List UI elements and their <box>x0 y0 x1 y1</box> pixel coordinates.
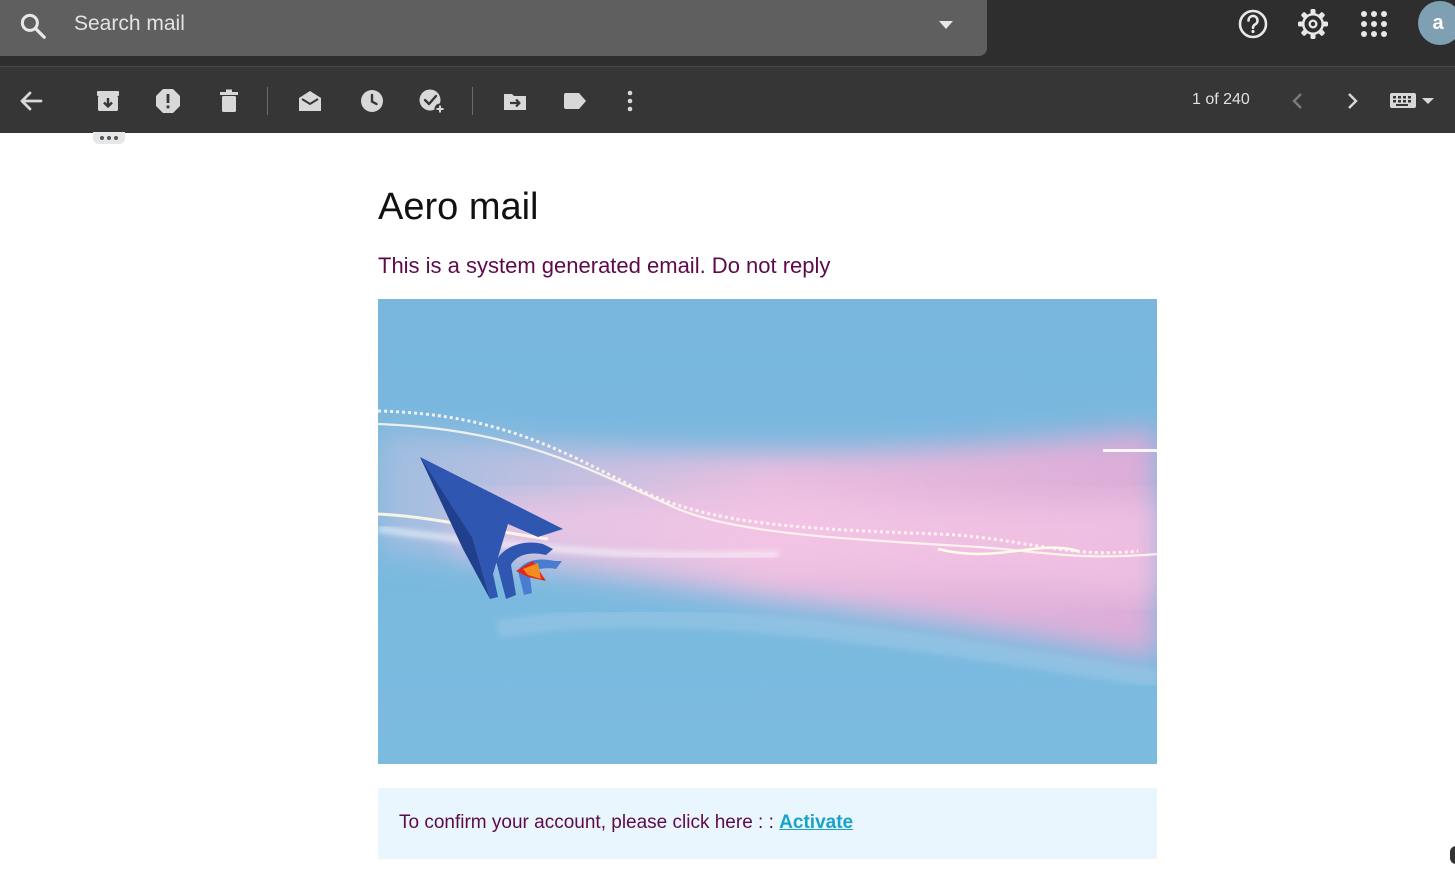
search-bar[interactable] <box>0 0 987 56</box>
settings-gear-icon[interactable] <box>1295 6 1331 42</box>
email-banner-image <box>378 299 1157 764</box>
more-horiz-icon <box>100 136 118 140</box>
email-subtitle: This is a system generated email. Do not… <box>378 253 831 278</box>
toolbar-divider <box>267 87 268 115</box>
search-input[interactable] <box>72 8 916 40</box>
mark-unread-icon[interactable] <box>296 87 324 115</box>
newer-chevron-left-icon[interactable] <box>1284 87 1312 115</box>
account-avatar[interactable]: a <box>1418 1 1455 45</box>
confirm-account-panel: To confirm your account, please click he… <box>378 788 1157 859</box>
side-panel-toggle[interactable] <box>1450 846 1455 864</box>
add-to-tasks-icon[interactable] <box>418 87 446 115</box>
older-chevron-right-icon[interactable] <box>1338 87 1366 115</box>
archive-icon[interactable] <box>94 87 122 115</box>
email-toolbar: 1 of 240 <box>0 66 1455 133</box>
label-icon[interactable] <box>561 87 589 115</box>
apps-grid-icon[interactable] <box>1356 6 1392 42</box>
pager-count: 1 of 240 <box>1192 91 1250 108</box>
email-heading: Aero mail <box>378 186 539 228</box>
confirm-account-message: To confirm your account, please click he… <box>399 812 853 834</box>
more-vert-icon[interactable] <box>616 87 644 115</box>
confirm-instruction-text: To confirm your account, please click he… <box>399 812 780 833</box>
activate-link[interactable]: Activate <box>779 812 853 833</box>
delete-icon[interactable] <box>215 87 243 115</box>
toolbar-divider <box>472 87 473 115</box>
snooze-icon[interactable] <box>358 87 386 115</box>
search-icon[interactable] <box>18 11 48 41</box>
search-options-dropdown-icon[interactable] <box>936 19 956 31</box>
move-to-icon[interactable] <box>501 87 529 115</box>
back-arrow-icon[interactable] <box>17 87 45 115</box>
show-trimmed-content-button[interactable] <box>93 132 125 144</box>
aero-banner-graphic <box>378 299 1157 764</box>
input-tools-keyboard-icon[interactable] <box>1388 89 1438 113</box>
report-spam-icon[interactable] <box>154 87 182 115</box>
top-header-bar: a <box>0 0 1455 66</box>
help-icon[interactable] <box>1235 6 1271 42</box>
